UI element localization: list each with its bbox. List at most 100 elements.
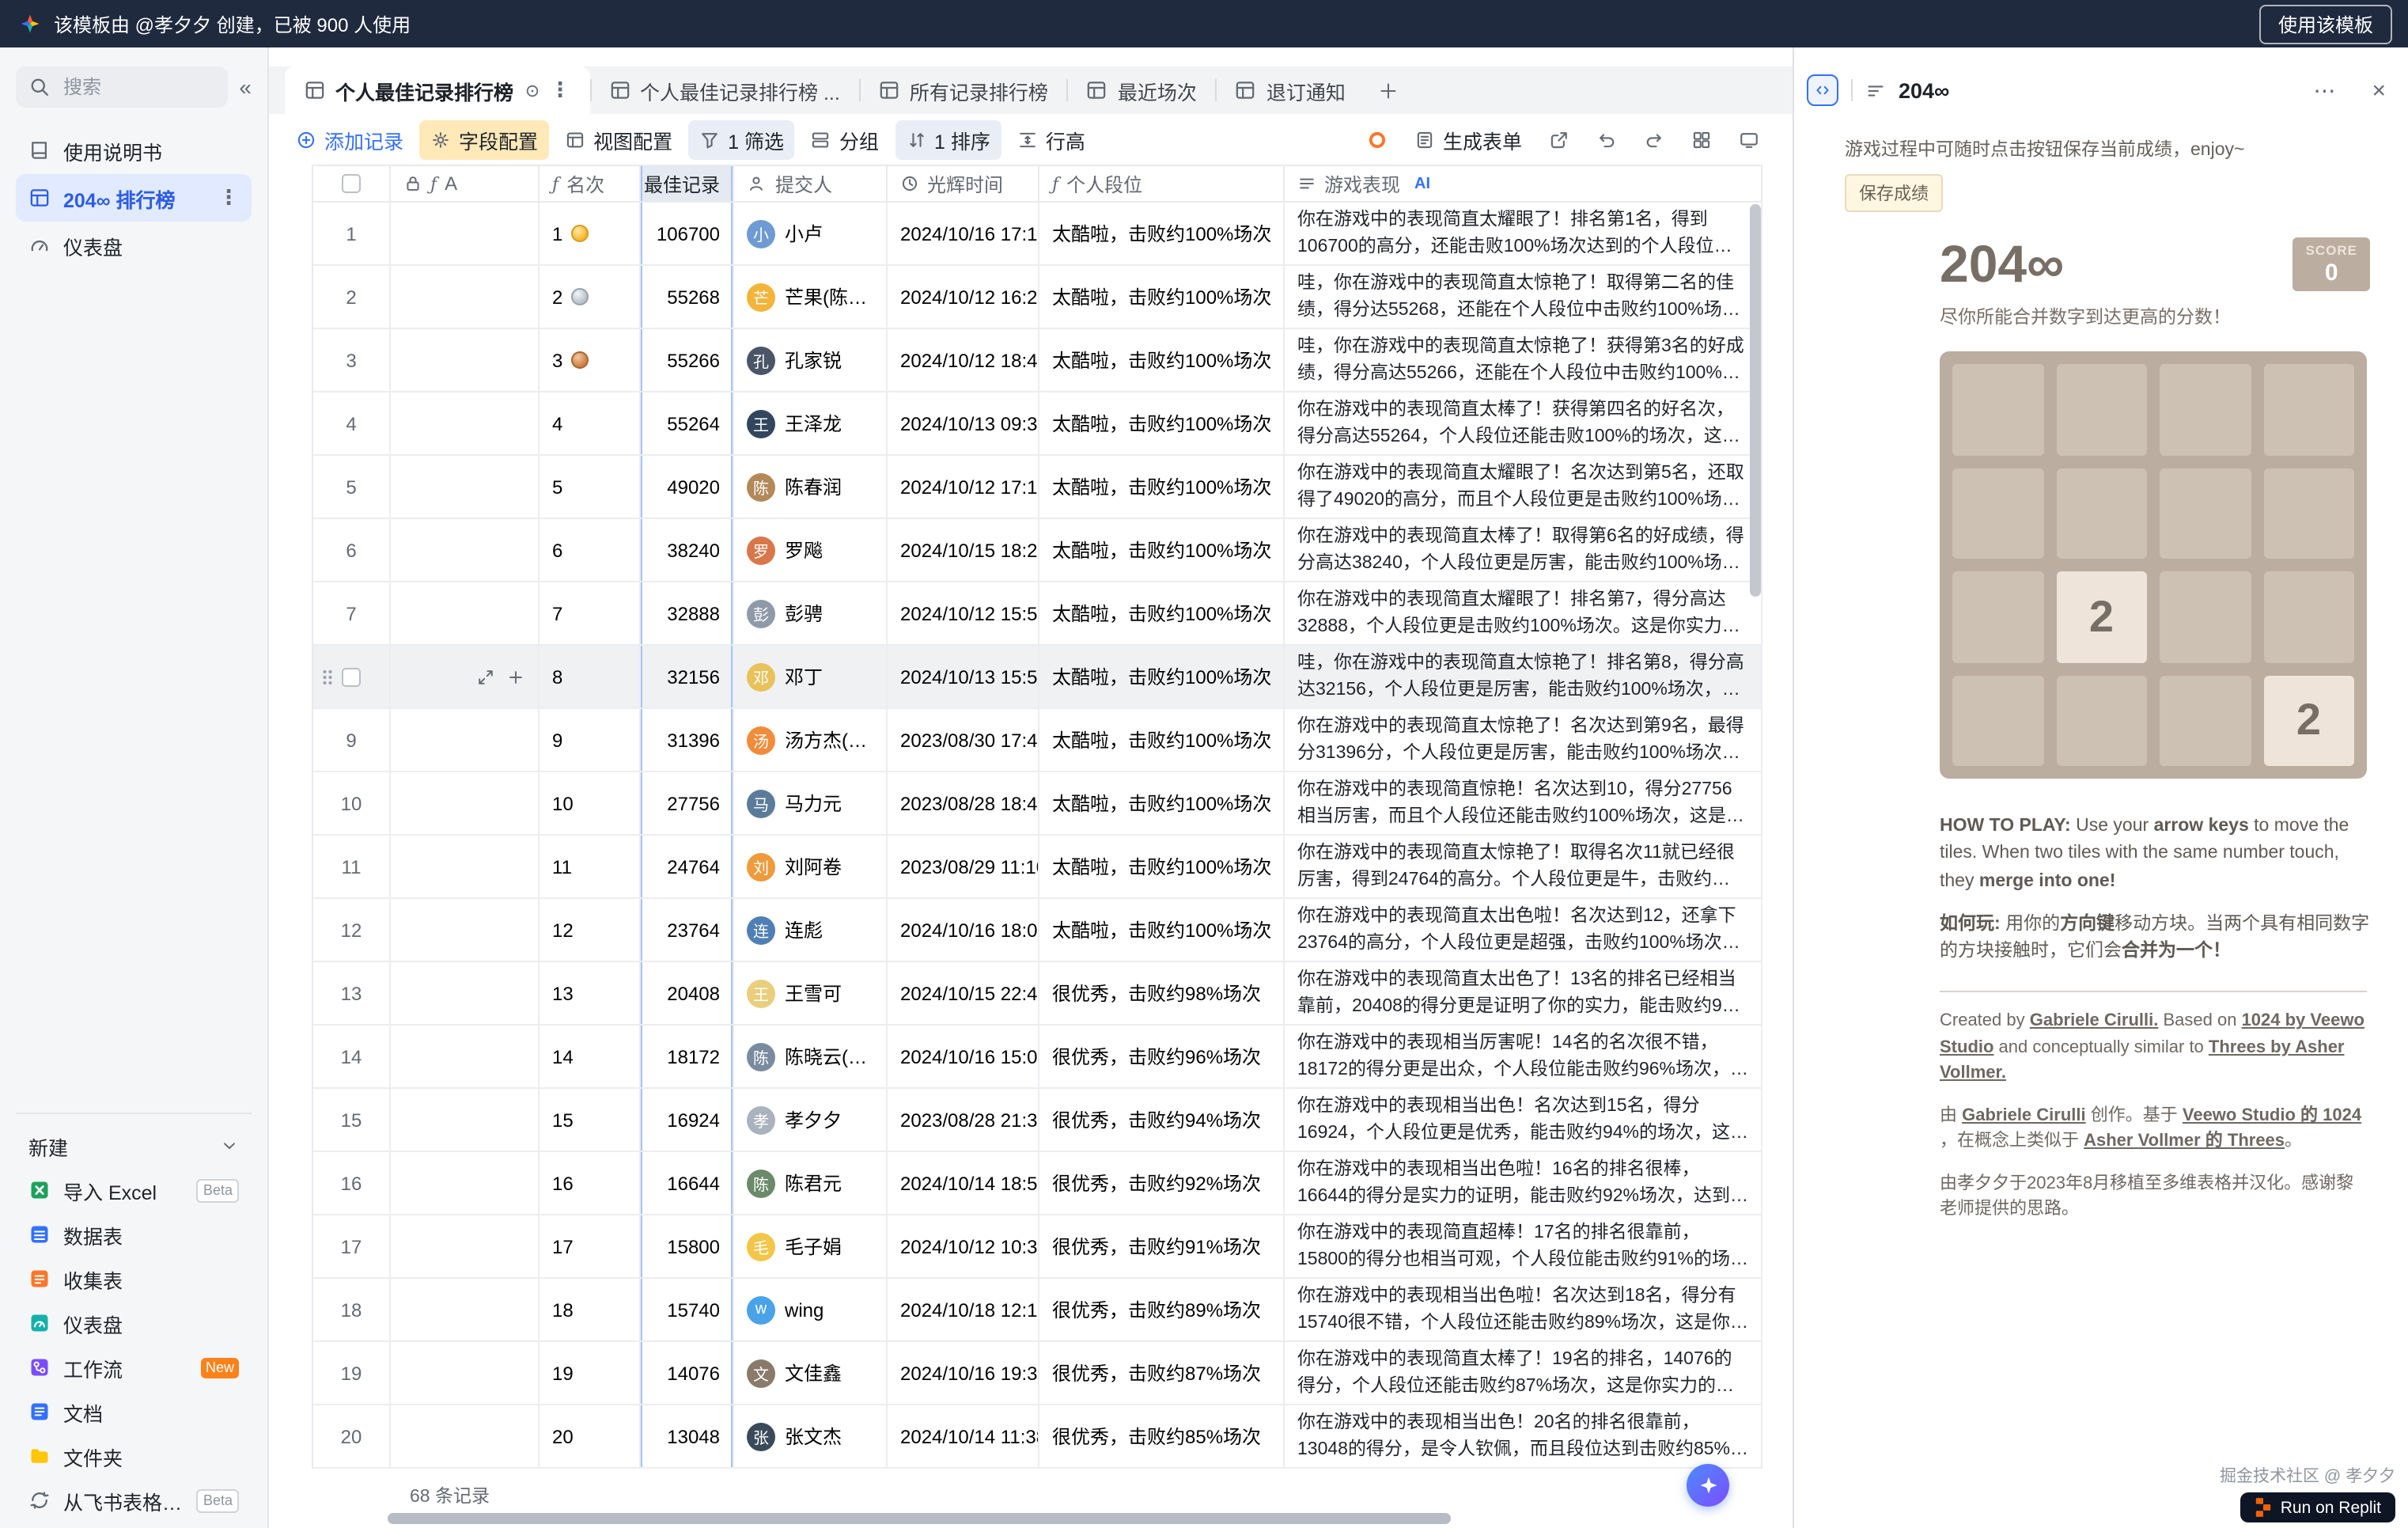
drag-handle-icon[interactable] <box>320 665 335 688</box>
table-row[interactable]: 111124764刘刘阿卷2023/08/29 11:10太酷啦，击败约100%… <box>313 836 1762 899</box>
sort-button[interactable]: 1 排序 <box>895 119 1001 159</box>
view-config-button[interactable]: 视图配置 <box>554 119 683 159</box>
filter-button[interactable]: 1 筛选 <box>688 119 795 159</box>
ai-assistant-button[interactable] <box>1687 1464 1729 1507</box>
select-all-checkbox[interactable] <box>342 174 361 193</box>
table-row[interactable]: 7732888彭彭骋2024/10/12 15:54太酷啦，击败约100%场次你… <box>313 582 1762 646</box>
submitter-name: 陈晓云(陈... <box>785 1043 873 1070</box>
cell-time: 2023/08/28 21:33 <box>888 1089 1039 1152</box>
tab-more-icon[interactable]: ⋮ <box>550 78 570 103</box>
add-view-tab-button[interactable] <box>1365 66 1412 114</box>
record-count: 68 条记录 <box>410 1483 490 1508</box>
header-time[interactable]: 光辉时间 <box>888 166 1039 203</box>
collapse-sidebar-icon[interactable]: « <box>239 74 252 100</box>
table-row[interactable]: 131320408王王雪可2024/10/15 22:46很优秀，击败约98%场… <box>313 962 1762 1026</box>
group-button[interactable]: 分组 <box>800 119 890 159</box>
table-row[interactable]: 171715800毛毛子娟2024/10/12 10:36很优秀，击败约91%场… <box>313 1215 1762 1279</box>
cell-submitter: 小小卢 <box>734 203 888 266</box>
sidebar-item[interactable]: 仪表盘 <box>16 222 252 269</box>
sort-icon <box>906 129 926 150</box>
view-tab[interactable]: 退订通知 <box>1216 66 1365 114</box>
table-row[interactable]: 11106700小小卢2024/10/16 17:15太酷啦，击败约100%场次… <box>313 203 1762 266</box>
vertical-scrollbar[interactable] <box>1750 204 1761 597</box>
cell-time: 2024/10/14 18:50 <box>888 1152 1039 1215</box>
run-on-replit-button[interactable]: Run on Replit <box>2241 1492 2395 1522</box>
sidebar: « 使用说明书204∞ 排行榜⋮仪表盘 新建 导入 ExcelBeta数据表收集… <box>0 47 269 1528</box>
header-tier[interactable]: ƒ 个人段位 <box>1039 166 1285 203</box>
record-indicator-icon[interactable] <box>1367 129 1388 150</box>
table-row[interactable]: 5549020陈陈春润2024/10/12 17:15太酷啦，击败约100%场次… <box>313 456 1762 519</box>
row-checkbox[interactable] <box>342 667 361 686</box>
cell-performance: 你在游戏中的表现相当出色！20名的排名很靠前，13048的得分，是令人钦佩，而且… <box>1285 1405 1762 1469</box>
cell-performance: 你在游戏中的表现简直超棒！17名的排名很靠前，15800的得分也相当可观，个人段… <box>1285 1215 1762 1279</box>
view-tab-bar: 个人最佳记录排行榜⋮个人最佳记录排行榜 ...所有记录排行榜最近场次退订通知 <box>269 66 1793 114</box>
new-menu-item[interactable]: 文件夹 <box>16 1434 252 1478</box>
more-options-icon[interactable]: ⋯ <box>2313 77 2337 104</box>
add-subitem-icon[interactable] <box>506 667 525 686</box>
sidebar-item[interactable]: 204∞ 排行榜⋮ <box>16 174 252 222</box>
avatar: 王 <box>747 409 775 438</box>
row-index-cell: 11 <box>313 836 391 899</box>
panel-menu-icon[interactable] <box>1865 80 1886 100</box>
header-performance[interactable]: 游戏表现 AI <box>1285 166 1762 203</box>
table-row[interactable]: 3355266孔孔家锐2024/10/12 18:49太酷啦，击败约100%场次… <box>313 329 1762 392</box>
view-tab[interactable]: 个人最佳记录排行榜 ... <box>589 66 859 114</box>
header-a[interactable]: ƒ A <box>391 166 540 203</box>
row-height-button[interactable]: 行高 <box>1006 119 1096 159</box>
generate-form-button[interactable]: 生成表单 <box>1403 119 1533 159</box>
header-best-score[interactable]: 最佳记录 <box>641 166 734 203</box>
widescreen-icon[interactable] <box>1739 129 1759 150</box>
new-menu-item[interactable]: 数据表 <box>16 1212 252 1257</box>
table-row[interactable]: 832156邓邓丁2024/10/13 15:57太酷啦，击败约100%场次哇，… <box>313 646 1762 709</box>
new-menu-item[interactable]: 从飞书表格同步Beta <box>16 1478 252 1522</box>
new-menu-item[interactable]: 工作流New <box>16 1345 252 1390</box>
view-tab[interactable]: 个人最佳记录排行榜⋮ <box>285 66 589 114</box>
table-row[interactable]: 161616644陈陈君元2024/10/14 18:50很优秀，击败约92%场… <box>313 1152 1762 1215</box>
game-board[interactable]: 22 <box>1940 351 2367 779</box>
search-input[interactable] <box>60 74 171 100</box>
view-tab[interactable]: 最近场次 <box>1067 66 1216 114</box>
header-rank[interactable]: ƒ 名次 <box>540 166 641 203</box>
view-switch-icon[interactable] <box>1691 129 1712 150</box>
horizontal-scrollbar[interactable] <box>388 1513 1451 1524</box>
new-menu-item[interactable]: 收集表 <box>16 1257 252 1301</box>
view-tab[interactable]: 所有记录排行榜 <box>859 66 1067 114</box>
add-record-button[interactable]: 添加记录 <box>285 119 415 159</box>
expand-record-icon[interactable] <box>476 667 495 686</box>
share-icon[interactable] <box>1549 129 1569 150</box>
table-row[interactable]: 2255268芒芒果(陈生强)2024/10/12 16:23太酷啦，击败约10… <box>313 266 1762 329</box>
table-header: ƒ A ƒ 名次 最佳记录 提交人 <box>313 165 1762 203</box>
new-menu-item[interactable]: 文档 <box>16 1390 252 1434</box>
item-more-icon[interactable]: ⋮ <box>218 185 239 210</box>
header-submitter[interactable]: 提交人 <box>734 166 888 203</box>
cell-a <box>391 772 540 836</box>
new-section-header[interactable]: 新建 <box>16 1124 252 1168</box>
game-cell <box>2056 675 2147 766</box>
table-row[interactable]: 181815740wwing2024/10/18 12:12很优秀，击败约89%… <box>313 1279 1762 1342</box>
cell-best-score: 15800 <box>641 1215 734 1279</box>
cell-a <box>391 962 540 1026</box>
use-template-button[interactable]: 使用该模板 <box>2259 4 2392 44</box>
field-config-button[interactable]: 字段配置 <box>419 119 549 159</box>
sidebar-item[interactable]: 使用说明书 <box>16 127 252 174</box>
new-menu-item[interactable]: 导入 ExcelBeta <box>16 1168 252 1212</box>
cell-best-score: 55268 <box>641 266 734 329</box>
table-row[interactable]: 101027756马马力元2023/08/28 18:42太酷啦，击败约100%… <box>313 772 1762 836</box>
table-row[interactable]: 9931396汤汤方杰(金木)2023/08/30 17:49太酷啦，击败约10… <box>313 709 1762 772</box>
table-row[interactable]: 151516924孝孝夕夕2023/08/28 21:33很优秀，击败约94%场… <box>313 1089 1762 1152</box>
code-icon[interactable] <box>1807 74 1838 106</box>
redo-icon[interactable] <box>1644 129 1664 150</box>
search-box[interactable] <box>16 66 228 108</box>
table-row[interactable]: 121223764连连彪2024/10/16 18:01太酷啦，击败约100%场… <box>313 899 1762 962</box>
close-icon[interactable]: × <box>2372 77 2386 104</box>
table-row[interactable]: 191914076文文佳鑫2024/10/16 19:34很优秀，击败约87%场… <box>313 1342 1762 1405</box>
game-tile: 2 <box>2056 571 2147 662</box>
undo-icon[interactable] <box>1596 129 1617 150</box>
table-row[interactable]: 4455264王王泽龙2024/10/13 09:38太酷啦，击败约100%场次… <box>313 392 1762 456</box>
submitter-name: 马力元 <box>785 790 842 817</box>
save-score-button[interactable]: 保存成绩 <box>1845 174 1943 212</box>
table-row[interactable]: 141418172陈陈晓云(陈...2024/10/16 15:01很优秀，击败… <box>313 1026 1762 1089</box>
table-row[interactable]: 202013048张张文杰2024/10/14 11:38很优秀，击败约85%场… <box>313 1405 1762 1469</box>
table-row[interactable]: 6638240罗罗飚2024/10/15 18:27太酷啦，击败约100%场次你… <box>313 519 1762 582</box>
new-menu-item[interactable]: 仪表盘 <box>16 1301 252 1345</box>
